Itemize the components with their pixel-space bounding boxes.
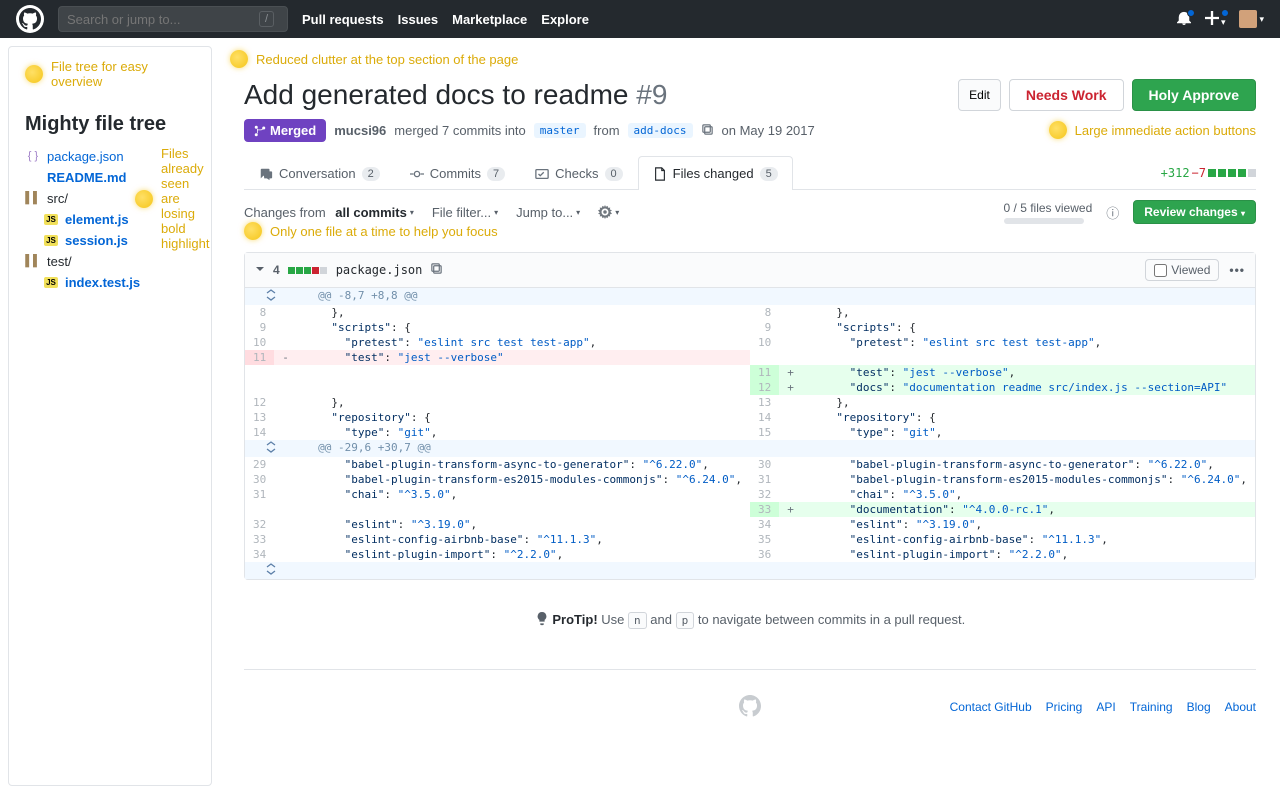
annotation-reduced-clutter: Reduced clutter at the top section of th… [230, 50, 518, 68]
diff-file: 4 package.json Viewed ••• @@ -8,7 +8,8 @… [244, 252, 1256, 580]
slash-key-hint: / [259, 11, 274, 27]
tab-commits[interactable]: Commits7 [395, 156, 520, 190]
diff-line[interactable]: 10 "pretest": "eslint src test test-app"… [245, 335, 1255, 350]
diff-line[interactable]: 12+ "docs": "documentation readme src/in… [245, 380, 1255, 395]
footer-link[interactable]: About [1225, 700, 1256, 714]
top-nav: / Pull requests Issues Marketplace Explo… [0, 0, 1280, 38]
github-mark-icon [739, 695, 761, 720]
diff-settings-icon[interactable]: ▾ [598, 205, 619, 219]
avatar-icon [1239, 10, 1257, 28]
diff-line[interactable]: 30 "babel-plugin-transform-es2015-module… [245, 472, 1255, 487]
footer-link[interactable]: Blog [1187, 700, 1211, 714]
hunk-header[interactable]: @@ -8,7 +8,8 @@ [245, 288, 1255, 305]
footer-links: Contact GitHub Pricing API Training Blog Abou… [950, 700, 1256, 714]
tree-item[interactable]: ▌▌test/ [25, 251, 195, 272]
diff-line[interactable]: 11- "test": "jest --verbose" [245, 350, 1255, 365]
nav-marketplace[interactable]: Marketplace [452, 12, 527, 27]
notifications-icon[interactable] [1177, 11, 1191, 28]
diff-line[interactable]: 29 "babel-plugin-transform-async-to-gene… [245, 457, 1255, 472]
diff-line-count: 4 [273, 263, 280, 277]
annotation-files-seen: Files already seen are losing bold highl… [135, 146, 209, 251]
nav-explore[interactable]: Explore [541, 12, 589, 27]
pr-date: on May 19 2017 [722, 123, 815, 138]
pr-title: Add generated docs to readme #9 [244, 79, 667, 111]
diff-bars [288, 263, 328, 277]
pr-number: #9 [636, 79, 667, 110]
diff-toolbar: Changes from all commits ▾ File filter..… [244, 190, 1256, 234]
diff-line[interactable]: 33 "eslint-config-airbnb-base": "^11.1.3… [245, 532, 1255, 547]
tab-checks[interactable]: Checks0 [520, 156, 637, 190]
annotation-sidebar: File tree for easy overview [25, 59, 195, 89]
diff-filename[interactable]: package.json [336, 263, 423, 277]
pr-tabs: Conversation2 Commits7 Checks0 Files cha… [244, 156, 1256, 190]
search-box[interactable]: / [58, 6, 288, 32]
footer-link[interactable]: Training [1130, 700, 1173, 714]
pr-header: Add generated docs to readme #9 Edit Nee… [244, 79, 1256, 111]
annotation-action-buttons: Large immediate action buttons [1049, 121, 1256, 139]
diff-line[interactable]: 9 "scripts": {9 "scripts": { [245, 320, 1255, 335]
tab-conversation[interactable]: Conversation2 [244, 156, 395, 190]
collapse-icon[interactable] [255, 263, 265, 277]
diff-table: @@ -8,7 +8,8 @@8 },8 },9 "scripts": {9 "… [245, 288, 1255, 579]
footer-link[interactable]: API [1096, 700, 1115, 714]
pr-meta: Merged mucsi96 merged 7 commits into mas… [244, 119, 1256, 142]
files-viewed-progress: 0 / 5 files viewed [1004, 201, 1093, 224]
file-tree-sidebar: File tree for easy overview Mighty file … [8, 46, 212, 786]
search-input[interactable] [59, 12, 259, 27]
github-logo[interactable] [16, 5, 44, 33]
footer-link[interactable]: Pricing [1046, 700, 1083, 714]
pr-author[interactable]: mucsi96 [334, 123, 386, 138]
viewed-checkbox[interactable]: Viewed [1145, 259, 1219, 281]
base-branch[interactable]: master [534, 123, 586, 138]
protip: ProTip! Use n and p to navigate between … [244, 594, 1256, 645]
diff-line[interactable]: 33+ "documentation": "^4.0.0-rc.1", [245, 502, 1255, 517]
info-icon[interactable]: ⓘ [1106, 203, 1119, 222]
create-new-icon[interactable]: ▾ [1205, 11, 1226, 28]
nav-issues[interactable]: Issues [398, 12, 438, 27]
annotation-one-file: Only one file at a time to help you focu… [244, 222, 498, 240]
diff-line[interactable]: 34 "eslint-plugin-import": "^2.2.0",36 "… [245, 547, 1255, 562]
review-changes-button[interactable]: Review changes ▾ [1133, 200, 1256, 224]
nav-pull-requests[interactable]: Pull requests [302, 12, 384, 27]
head-branch[interactable]: add-docs [628, 123, 693, 138]
edit-button[interactable]: Edit [958, 79, 1001, 111]
diff-line[interactable]: 32 "eslint": "^3.19.0",34 "eslint": "^3.… [245, 517, 1255, 532]
key-p: p [676, 612, 695, 629]
nav-links: Pull requests Issues Marketplace Explore [302, 12, 589, 27]
main-content: Reduced clutter at the top section of th… [220, 38, 1280, 794]
copy-path-icon[interactable] [430, 262, 443, 278]
copy-icon[interactable] [701, 123, 714, 139]
diff-line[interactable]: 11+ "test": "jest --verbose", [245, 365, 1255, 380]
hunk-header[interactable]: @@ -29,6 +30,7 @@ [245, 440, 1255, 457]
file-menu-icon[interactable]: ••• [1229, 263, 1245, 277]
diff-line[interactable]: 14 "type": "git",15 "type": "git", [245, 425, 1255, 440]
diff-line[interactable]: 8 },8 }, [245, 305, 1255, 320]
jump-to-dropdown[interactable]: Jump to... ▾ [516, 205, 580, 220]
tree-item[interactable]: JSindex.test.js [25, 272, 195, 293]
tab-files-changed[interactable]: Files changed5 [638, 156, 793, 190]
user-menu[interactable]: ▾ [1239, 10, 1264, 28]
sidebar-title: Mighty file tree [25, 113, 195, 136]
footer: Contact GitHub Pricing API Training Blog Abou… [244, 669, 1256, 730]
diff-line[interactable]: 13 "repository": {14 "repository": { [245, 410, 1255, 425]
diffstat: +312 −7 [1161, 166, 1256, 180]
key-n: n [628, 612, 647, 629]
expand-row[interactable] [245, 562, 1255, 579]
diff-file-header: 4 package.json Viewed ••• [245, 253, 1255, 288]
diff-line[interactable]: 31 "chai": "^3.5.0",32 "chai": "^3.5.0", [245, 487, 1255, 502]
diff-line[interactable]: 12 },13 }, [245, 395, 1255, 410]
changes-from-dropdown[interactable]: Changes from all commits ▾ [244, 205, 414, 220]
merged-badge: Merged [244, 119, 326, 142]
footer-link[interactable]: Contact GitHub [950, 700, 1032, 714]
approve-button[interactable]: Holy Approve [1132, 79, 1257, 111]
needs-work-button[interactable]: Needs Work [1009, 79, 1124, 111]
file-filter-dropdown[interactable]: File filter... ▾ [432, 205, 498, 220]
